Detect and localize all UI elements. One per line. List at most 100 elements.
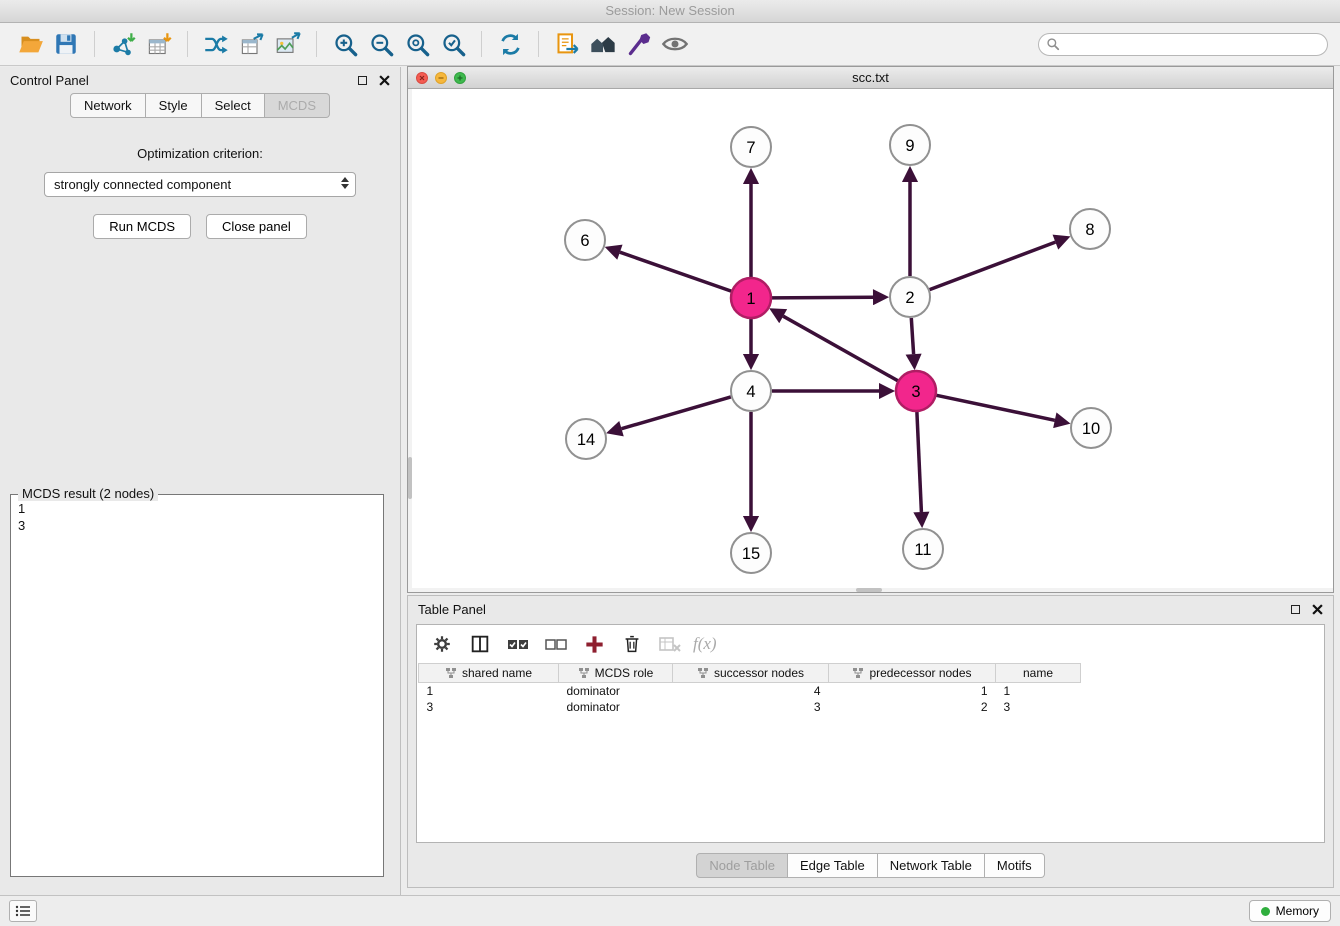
export-image-icon [275, 31, 302, 58]
task-history-button[interactable] [9, 900, 37, 922]
graph-node-2[interactable]: 2 [890, 277, 930, 317]
search-input[interactable] [1038, 33, 1328, 56]
node-table: shared name MCDS role successor nodes pr… [418, 663, 1081, 715]
select-all-columns-button[interactable] [503, 629, 533, 659]
zoom-out-icon [368, 31, 395, 58]
column-header-successor-nodes[interactable]: successor nodes [673, 664, 829, 683]
mcds-result-line: 1 [18, 500, 376, 517]
control-panel-title: Control Panel [10, 73, 89, 88]
delete-column-button[interactable] [655, 629, 685, 659]
zoom-fit-button[interactable] [399, 26, 435, 62]
graph-edge-3-1[interactable] [783, 316, 898, 381]
graph-edge-2-8[interactable] [930, 242, 1056, 290]
tab-select[interactable]: Select [202, 93, 265, 118]
graph-node-4[interactable]: 4 [731, 371, 771, 411]
graph-node-10[interactable]: 10 [1071, 408, 1111, 448]
unchecked-boxes-icon [544, 632, 568, 656]
column-header-mcds-role[interactable]: MCDS role [559, 664, 673, 683]
scrollbar-thumb[interactable] [856, 588, 882, 592]
export-image-button[interactable] [270, 26, 306, 62]
tab-style[interactable]: Style [146, 93, 202, 118]
graph-node-label: 4 [746, 383, 755, 401]
graph-edge-2-3[interactable] [911, 318, 913, 354]
zoom-in-button[interactable] [327, 26, 363, 62]
graph-edge-1-2[interactable] [772, 297, 873, 298]
scrollbar-thumb[interactable] [408, 457, 412, 499]
close-window-icon[interactable] [416, 72, 428, 84]
float-panel-icon[interactable] [358, 76, 367, 85]
export-table-icon [239, 31, 266, 58]
style-brush-icon [626, 31, 653, 58]
toolbar-separator [316, 31, 317, 57]
graph-edge-3-10[interactable] [937, 395, 1055, 420]
graph-node-11[interactable]: 11 [903, 529, 943, 569]
run-mcds-button[interactable]: Run MCDS [93, 214, 191, 239]
memory-button[interactable]: Memory [1249, 900, 1331, 922]
graph-node-6[interactable]: 6 [565, 220, 605, 260]
float-panel-icon[interactable] [1291, 605, 1300, 614]
table-row[interactable]: 1 dominator 4 1 1 [419, 683, 1081, 699]
close-panel-button[interactable]: Close panel [206, 214, 307, 239]
graph-edge-3-11[interactable] [917, 412, 922, 512]
graph-node-14[interactable]: 14 [566, 419, 606, 459]
function-builder-button[interactable]: f(x) [693, 629, 717, 659]
home-button[interactable] [585, 26, 621, 62]
network-horizontal-scrollbar[interactable] [408, 588, 1333, 592]
tab-node-table[interactable]: Node Table [696, 853, 788, 878]
show-details-button[interactable] [657, 26, 693, 62]
graph-node-15[interactable]: 15 [731, 533, 771, 573]
status-bar: Memory [0, 895, 1340, 926]
control-panel-tabs: Network Style Select MCDS [0, 93, 400, 118]
import-network-button[interactable] [105, 26, 141, 62]
refresh-layout-button[interactable] [492, 26, 528, 62]
select-stepper-icon [341, 177, 349, 189]
graph-node-8[interactable]: 8 [1070, 209, 1110, 249]
table-settings-button[interactable] [427, 629, 457, 659]
column-header-predecessor-nodes[interactable]: predecessor nodes [829, 664, 996, 683]
main-toolbar [0, 23, 1340, 66]
network-vertical-scrollbar[interactable] [408, 89, 412, 592]
save-floppy-icon [53, 31, 79, 57]
optimization-criterion-select[interactable]: strongly connected component [44, 172, 356, 197]
export-table-button[interactable] [234, 26, 270, 62]
unselect-all-columns-button[interactable] [541, 629, 571, 659]
zoom-window-icon[interactable] [454, 72, 466, 84]
show-columns-button[interactable] [465, 629, 495, 659]
zoom-selected-button[interactable] [435, 26, 471, 62]
table-row[interactable]: 3 dominator 3 2 3 [419, 699, 1081, 715]
graph-node-9[interactable]: 9 [890, 125, 930, 165]
graph-node-7[interactable]: 7 [731, 127, 771, 167]
tab-mcds[interactable]: MCDS [265, 93, 330, 118]
network-from-selection-button[interactable] [198, 26, 234, 62]
zoom-out-button[interactable] [363, 26, 399, 62]
add-row-button[interactable] [579, 629, 609, 659]
mcds-result-box: MCDS result (2 nodes) 1 3 [10, 494, 384, 877]
control-panel: Control Panel Network Style Select MCDS … [0, 67, 401, 895]
minimize-window-icon[interactable] [435, 72, 447, 84]
graph-node-label: 1 [746, 290, 755, 308]
delete-row-button[interactable] [617, 629, 647, 659]
style-button[interactable] [621, 26, 657, 62]
import-table-button[interactable] [141, 26, 177, 62]
graph-node-label: 2 [905, 289, 914, 307]
open-file-button[interactable] [12, 26, 48, 62]
list-icon [15, 904, 31, 918]
column-header-name[interactable]: name [996, 664, 1081, 683]
graph-edge-4-14[interactable] [622, 397, 731, 429]
close-panel-icon[interactable] [1312, 604, 1323, 615]
tab-network-table[interactable]: Network Table [878, 853, 985, 878]
tab-network[interactable]: Network [70, 93, 146, 118]
network-canvas[interactable]: 7 9 6 8 1 2 4 3 14 10 15 11 [408, 89, 1333, 592]
search-field-wrap [1038, 33, 1328, 56]
export-network-button[interactable] [549, 26, 585, 62]
graph-node-3[interactable]: 3 [896, 371, 936, 411]
close-panel-icon[interactable] [379, 75, 390, 86]
tab-edge-table[interactable]: Edge Table [788, 853, 878, 878]
graph-edge-1-6[interactable] [620, 252, 731, 291]
graph-node-1[interactable]: 1 [731, 278, 771, 318]
save-session-button[interactable] [48, 26, 84, 62]
network-window-titlebar[interactable]: scc.txt [408, 67, 1333, 89]
eye-icon [661, 30, 689, 58]
column-header-shared-name[interactable]: shared name [419, 664, 559, 683]
tab-motifs[interactable]: Motifs [985, 853, 1045, 878]
